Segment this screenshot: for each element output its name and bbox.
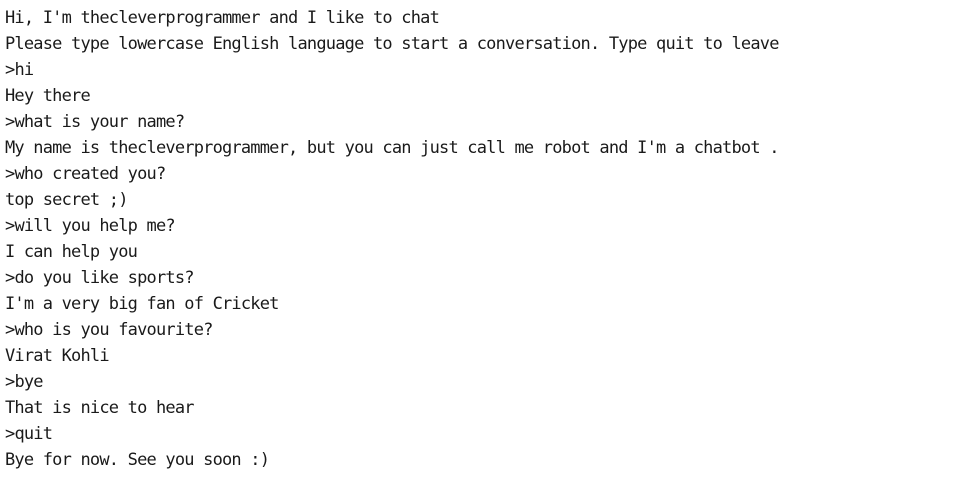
user-input-line: >hi <box>5 57 960 83</box>
user-message: will you help me? <box>14 216 175 236</box>
instructions-line: Please type lowercase English language t… <box>5 34 779 54</box>
user-message: bye <box>14 372 43 392</box>
user-input-line: >who is you favourite? <box>5 317 960 343</box>
user-input-line: >what is your name? <box>5 109 960 135</box>
bot-response-line: Hey there <box>5 86 91 106</box>
user-input-line: >will you help me? <box>5 213 960 239</box>
user-message: who created you? <box>14 164 166 184</box>
banner-line: Hi, I'm thecleverprogrammer and I like t… <box>5 8 440 28</box>
user-message: do you like sports? <box>14 268 194 288</box>
bot-response-line: top secret ;) <box>5 190 128 210</box>
bot-response-line: I'm a very big fan of Cricket <box>5 294 279 314</box>
user-message: who is you favourite? <box>14 320 213 340</box>
user-message: quit <box>14 424 53 444</box>
console-output: Hi, I'm thecleverprogrammer and I like t… <box>0 0 960 481</box>
bot-response-line: That is nice to hear <box>5 398 195 418</box>
user-message: hi <box>14 60 34 80</box>
user-input-line: >bye <box>5 369 960 395</box>
bot-response-line: I can help you <box>5 242 138 262</box>
user-input-line: >who created you? <box>5 161 960 187</box>
user-input-line: >do you like sports? <box>5 265 960 291</box>
bot-response-line: Virat Kohli <box>5 346 110 366</box>
bot-response-line: Bye for now. See you soon :) <box>5 450 270 470</box>
user-message: what is your name? <box>14 112 185 132</box>
user-input-line: >quit <box>5 421 960 447</box>
bot-response-line: My name is thecleverprogrammer, but you … <box>5 138 779 158</box>
